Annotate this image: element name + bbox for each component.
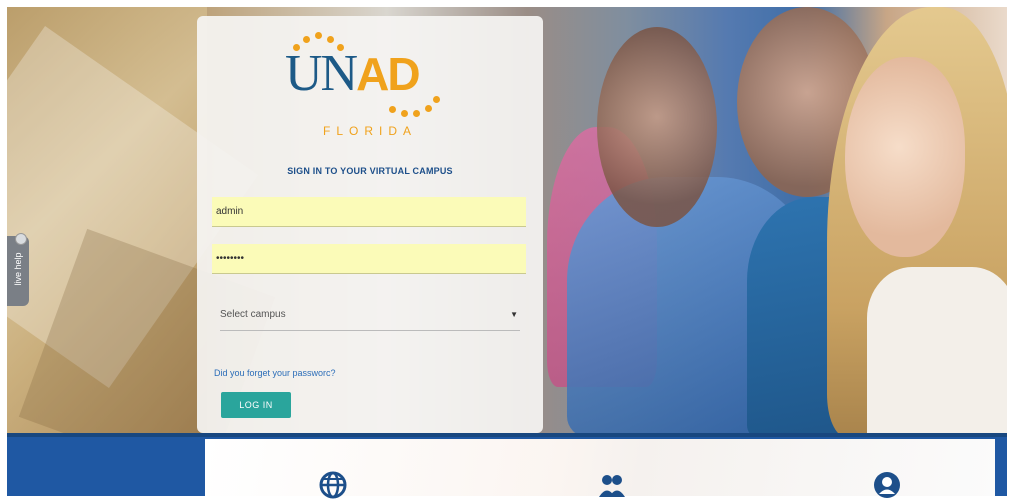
- background-photo-person: [867, 267, 1007, 433]
- unad-logo: UNAD FLORIDA: [285, 30, 455, 140]
- bottom-section: [7, 433, 1007, 499]
- campus-select-value: Select campus: [220, 309, 286, 320]
- chevron-down-icon: ▼: [510, 310, 518, 319]
- live-help-label: live help: [13, 252, 23, 286]
- campus-select[interactable]: Select campus ▼: [220, 304, 520, 331]
- background-photo-person: [845, 57, 965, 257]
- features-panel: [205, 439, 995, 499]
- users-icon: [599, 475, 625, 497]
- logo-wordmark: UNAD: [285, 45, 421, 102]
- user-circle-icon: [874, 472, 900, 498]
- background-photo-person: [597, 27, 717, 227]
- password-input[interactable]: [212, 244, 526, 274]
- login-button[interactable]: LOG IN: [221, 392, 291, 418]
- logo-subtitle: FLORIDA: [323, 124, 418, 138]
- divider: [7, 433, 1007, 437]
- forgot-password-link[interactable]: Did you forget your passworc?: [214, 368, 336, 378]
- globe-icon: [319, 471, 347, 499]
- login-heading: SIGN IN TO YOUR VIRTUAL CAMPUS: [287, 166, 453, 176]
- username-input[interactable]: [212, 197, 526, 227]
- live-help-tab[interactable]: live help: [7, 233, 29, 306]
